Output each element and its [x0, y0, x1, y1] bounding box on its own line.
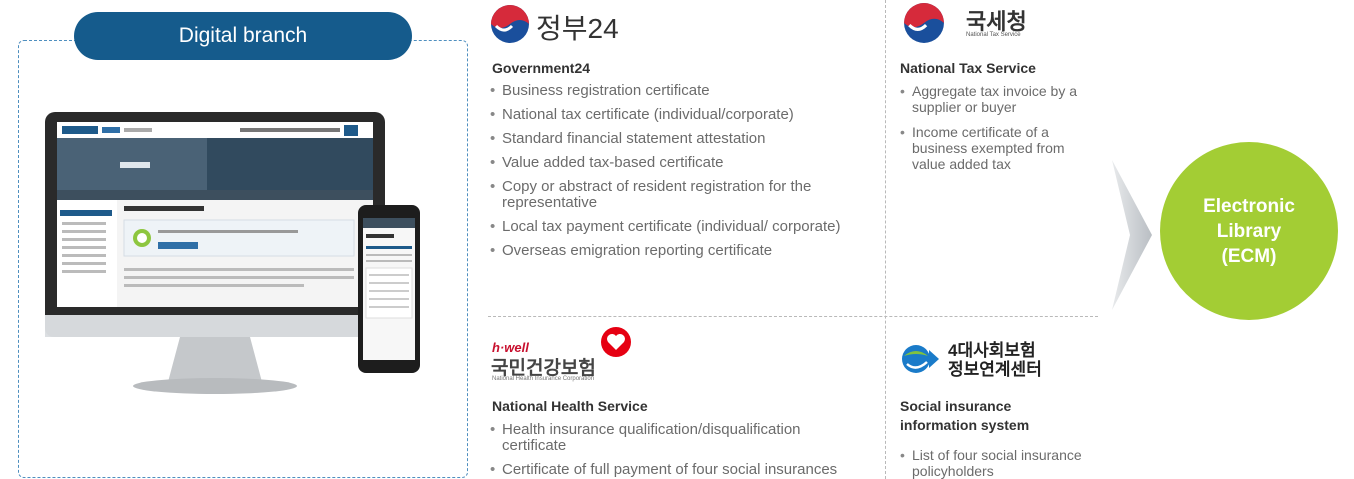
- social-list: List of four social insurance policyhold…: [900, 447, 1100, 479]
- ecm-line2: Library: [1216, 220, 1282, 242]
- government24-emblem-icon: [491, 5, 529, 43]
- heart-icon: [601, 327, 631, 357]
- list-item: Overseas emigration reporting certificat…: [490, 243, 868, 260]
- device-mockup-illustration: [45, 112, 420, 394]
- nhis-list: Health insurance qualification/disqualif…: [490, 422, 868, 479]
- government24-name: Government24: [492, 60, 591, 76]
- row-divider: [488, 316, 1098, 317]
- nts-logo-subtext: National Tax Service: [966, 32, 1021, 38]
- list-item: Business registration certificate: [490, 83, 868, 100]
- list-item: National tax certificate (individual/cor…: [490, 107, 868, 124]
- social-name: Social insurance information system: [900, 398, 1030, 433]
- nts-list: Aggregate tax invoice by a supplier or b…: [900, 83, 1100, 181]
- electronic-library-ecm: Electronic Library (ECM): [1160, 142, 1338, 320]
- government24-logo-text: 정부24: [536, 13, 619, 44]
- list-item: Aggregate tax invoice by a supplier or b…: [900, 83, 1100, 115]
- list-item: List of four social insurance policyhold…: [900, 447, 1100, 479]
- social-logo-text-line2: 정보연계센터: [948, 360, 1042, 379]
- list-item: Standard financial statement attestation: [490, 131, 868, 148]
- nts-name: National Tax Service: [900, 60, 1036, 76]
- nhis-name: National Health Service: [492, 398, 648, 414]
- column-divider: [885, 0, 886, 479]
- social-insurance-logo-icon: [902, 345, 939, 373]
- chevron-right-icon: [1112, 160, 1152, 310]
- nhis-logo-subtext: National Health Insurance Corporation: [492, 376, 595, 382]
- list-item: Certificate of full payment of four soci…: [490, 462, 868, 479]
- list-item: Value added tax-based certificate: [490, 155, 868, 172]
- ecm-line1: Electronic: [1203, 195, 1295, 217]
- list-item: Copy or abstract of resident registratio…: [490, 179, 868, 211]
- list-item: Local tax payment certificate (individua…: [490, 219, 868, 236]
- ecm-line3: (ECM): [1221, 245, 1277, 267]
- social-logo-text-line1: 4대사회보험: [948, 341, 1036, 360]
- list-item: Health insurance qualification/disqualif…: [490, 422, 868, 454]
- government24-list: Business registration certificate Nation…: [490, 83, 868, 267]
- digital-branch-title: Digital branch: [74, 12, 412, 60]
- list-item: Income certificate of a business exempte…: [900, 124, 1100, 172]
- nts-emblem-icon: [904, 3, 944, 43]
